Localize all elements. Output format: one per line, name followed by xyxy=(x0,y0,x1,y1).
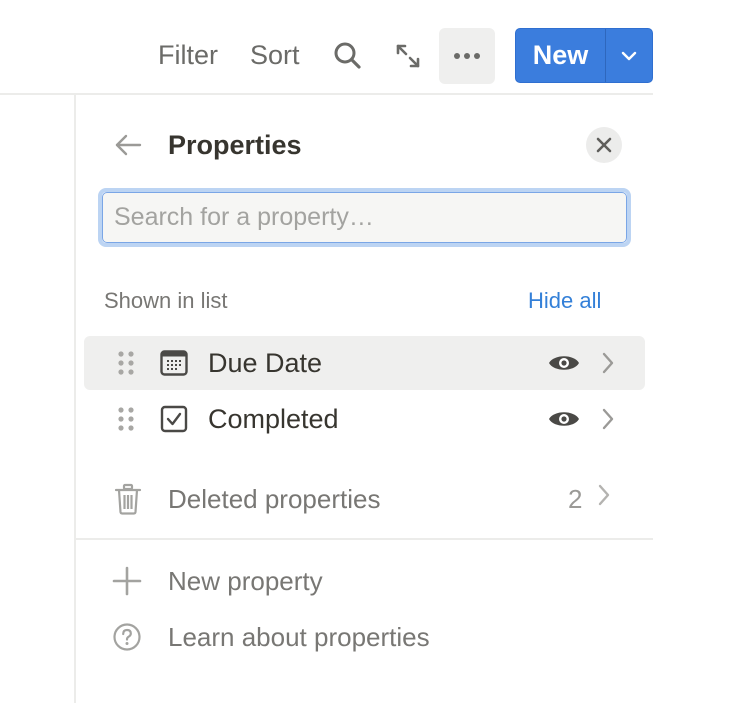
chevron-right-icon xyxy=(602,352,614,374)
toggle-visibility-button[interactable] xyxy=(546,404,582,434)
drag-handle-icon[interactable] xyxy=(116,406,136,432)
new-button-group: New xyxy=(515,28,653,83)
toggle-visibility-button[interactable] xyxy=(546,348,582,378)
expand-button[interactable] xyxy=(380,28,436,84)
back-button[interactable] xyxy=(108,128,148,162)
deleted-properties-row[interactable]: Deleted properties 2 xyxy=(100,472,630,526)
search-icon xyxy=(334,42,361,69)
panel-left-border xyxy=(74,95,76,703)
drag-handle-icon[interactable] xyxy=(116,350,136,376)
new-button[interactable]: New xyxy=(516,29,606,82)
more-options-button[interactable] xyxy=(439,28,495,84)
filter-button[interactable]: Filter xyxy=(158,38,218,72)
section-label-shown: Shown in list xyxy=(104,288,228,313)
property-search-wrapper xyxy=(98,188,631,247)
properties-panel-header: Properties xyxy=(100,124,630,166)
open-property-button[interactable] xyxy=(598,404,618,434)
hide-all-link[interactable]: Hide all xyxy=(528,286,601,316)
close-button[interactable] xyxy=(586,127,622,163)
property-row-due-date[interactable]: Due Date xyxy=(84,336,645,390)
property-label: Completed xyxy=(208,404,339,434)
view-toolbar: Filter Sort New xyxy=(0,28,653,84)
panel-divider xyxy=(76,538,653,540)
property-label: Due Date xyxy=(208,348,323,378)
property-search-input[interactable] xyxy=(102,192,627,243)
more-horizontal-icon xyxy=(454,53,480,59)
learn-about-properties-label: Learn about properties xyxy=(168,622,430,652)
eye-icon xyxy=(549,412,579,426)
expand-arrows-icon xyxy=(396,44,420,68)
chevron-right-icon xyxy=(598,484,610,506)
new-property-label: New property xyxy=(168,566,323,596)
trash-icon xyxy=(114,483,142,515)
new-dropdown-button[interactable] xyxy=(606,29,652,82)
deleted-properties-label: Deleted properties xyxy=(168,484,381,514)
panel-title: Properties xyxy=(168,130,302,160)
arrow-left-icon xyxy=(115,134,142,156)
toolbar-divider xyxy=(0,93,653,95)
plus-icon xyxy=(112,566,142,596)
open-property-button[interactable] xyxy=(598,348,618,378)
deleted-properties-count: 2 xyxy=(568,484,583,514)
chevron-right-icon xyxy=(602,408,614,430)
learn-about-properties-link[interactable]: Learn about properties xyxy=(100,614,630,660)
chevron-down-icon xyxy=(621,51,637,60)
checkbox-icon xyxy=(160,405,188,433)
property-row-completed[interactable]: Completed xyxy=(84,392,645,446)
eye-icon xyxy=(549,356,579,370)
calendar-icon xyxy=(160,350,188,376)
search-button[interactable] xyxy=(320,28,376,84)
new-property-button[interactable]: New property xyxy=(100,558,630,604)
close-icon xyxy=(596,137,612,153)
help-circle-icon xyxy=(113,623,141,651)
sort-button[interactable]: Sort xyxy=(250,38,300,72)
